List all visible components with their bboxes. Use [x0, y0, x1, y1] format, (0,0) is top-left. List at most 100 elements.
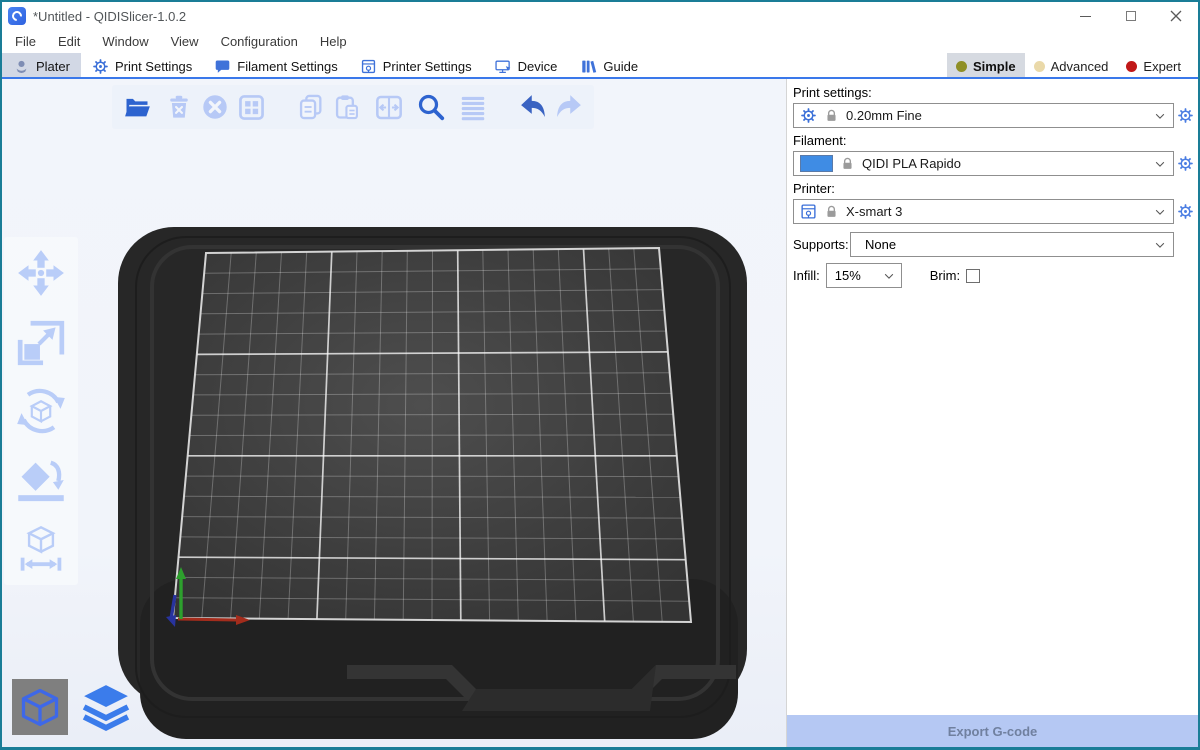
mode-simple[interactable]: Simple	[947, 53, 1025, 79]
close-icon	[1170, 10, 1182, 22]
lock-icon	[824, 108, 839, 123]
settings-sidebar: Print settings: 0.20mm Fine Filament: QI…	[786, 79, 1198, 748]
filament-color-swatch	[800, 155, 833, 172]
infill-dropdown[interactable]: 15%	[826, 263, 902, 288]
open-button[interactable]	[120, 88, 154, 126]
flatten-icon	[15, 454, 67, 506]
gear-icon	[800, 107, 817, 124]
preview-toggle[interactable]	[78, 679, 134, 735]
split-button[interactable]	[372, 88, 406, 126]
menu-window[interactable]: Window	[91, 30, 159, 53]
mode-advanced[interactable]: Advanced	[1025, 53, 1118, 79]
redo-button[interactable]	[552, 88, 586, 126]
menu-help[interactable]: Help	[309, 30, 358, 53]
infill-value: 15%	[835, 268, 882, 283]
top-toolbar	[112, 85, 594, 129]
scale-button[interactable]	[15, 316, 67, 368]
supports-dropdown[interactable]: None	[850, 232, 1174, 257]
layers-lines-icon	[459, 94, 487, 121]
filament-value: QIDI PLA Rapido	[862, 156, 1146, 171]
mode-label: Expert	[1143, 59, 1181, 74]
tab-plater[interactable]: Plater	[2, 53, 81, 79]
left-toolbar	[4, 237, 78, 585]
printer-edit-button[interactable]	[1174, 199, 1196, 224]
supports-label: Supports:	[793, 237, 850, 252]
tab-label: Device	[518, 59, 558, 74]
move-arrows-icon	[16, 248, 66, 298]
tab-label: Guide	[603, 59, 638, 74]
brim-checkbox[interactable]	[966, 269, 980, 283]
menu-configuration[interactable]: Configuration	[210, 30, 309, 53]
arrange-button[interactable]	[234, 88, 268, 126]
lock-icon	[824, 204, 839, 219]
close-button[interactable]	[1153, 2, 1198, 30]
search-button[interactable]	[414, 88, 448, 126]
tab-printer-settings[interactable]: Printer Settings	[349, 53, 483, 79]
tab-bar: Plater Print Settings Filament Settings …	[2, 53, 1198, 79]
menu-edit[interactable]: Edit	[47, 30, 91, 53]
3d-viewport[interactable]	[2, 79, 786, 748]
trash-icon	[166, 94, 192, 120]
menu-file[interactable]: File	[4, 30, 47, 53]
lock-icon	[840, 156, 855, 171]
mode-label: Advanced	[1051, 59, 1109, 74]
app-logo-icon	[8, 7, 26, 25]
search-icon	[416, 92, 446, 122]
rotate-button[interactable]	[15, 385, 67, 437]
split-panel-icon	[375, 94, 403, 121]
tab-filament-settings[interactable]: Filament Settings	[203, 53, 348, 79]
rotate-icon	[15, 385, 67, 437]
view-toggle-group	[12, 679, 134, 735]
printer-combo[interactable]: X-smart 3	[793, 199, 1174, 224]
mode-switcher: Simple Advanced Expert	[947, 53, 1198, 79]
printer-value: X-smart 3	[846, 204, 1146, 219]
tab-label: Plater	[36, 59, 70, 74]
tab-label: Filament Settings	[237, 59, 337, 74]
tab-label: Printer Settings	[383, 59, 472, 74]
app-window: *Untitled - QIDISlicer-1.0.2 File Edit W…	[0, 0, 1200, 750]
print-settings-edit-button[interactable]	[1174, 103, 1196, 128]
scale-icon	[16, 317, 66, 367]
copy-button[interactable]	[294, 88, 328, 126]
circle-x-icon	[201, 93, 229, 121]
chevron-down-icon	[1153, 109, 1167, 123]
print-settings-value: 0.20mm Fine	[846, 108, 1146, 123]
3d-editor-toggle[interactable]	[12, 679, 68, 735]
redo-arrow-icon	[554, 93, 584, 121]
measure-button[interactable]	[15, 523, 67, 575]
tab-guide[interactable]: Guide	[568, 53, 649, 79]
move-button[interactable]	[15, 247, 67, 299]
variable-layer-height-button[interactable]	[456, 88, 490, 126]
simple-dot-icon	[956, 61, 967, 72]
undo-button[interactable]	[516, 88, 550, 126]
delete-all-button[interactable]	[198, 88, 232, 126]
mode-label: Simple	[973, 59, 1016, 74]
title-bar: *Untitled - QIDISlicer-1.0.2	[2, 2, 1198, 30]
menu-view[interactable]: View	[160, 30, 210, 53]
minimize-button[interactable]	[1063, 2, 1108, 30]
chevron-down-icon	[1153, 238, 1167, 252]
measure-icon	[15, 523, 67, 575]
filament-edit-button[interactable]	[1174, 151, 1196, 176]
place-on-face-button[interactable]	[15, 454, 67, 506]
export-gcode-button[interactable]: Export G-code	[787, 715, 1198, 748]
guide-books-icon	[579, 58, 597, 75]
chevron-down-icon	[1153, 205, 1167, 219]
maximize-button[interactable]	[1108, 2, 1153, 30]
device-icon	[494, 58, 512, 75]
filament-combo[interactable]: QIDI PLA Rapido	[793, 151, 1174, 176]
printer-icon	[360, 58, 377, 75]
tab-device[interactable]: Device	[483, 53, 569, 79]
printer-icon	[800, 203, 817, 220]
delete-button[interactable]	[162, 88, 196, 126]
arrange-grid-icon	[238, 94, 265, 121]
print-settings-combo[interactable]: 0.20mm Fine	[793, 103, 1174, 128]
paste-button[interactable]	[330, 88, 364, 126]
gear-icon	[1177, 155, 1194, 172]
mode-expert[interactable]: Expert	[1117, 53, 1190, 79]
plater-icon	[13, 58, 30, 75]
cube-icon	[18, 685, 62, 729]
filament-icon	[214, 58, 231, 75]
window-title: *Untitled - QIDISlicer-1.0.2	[33, 9, 186, 24]
tab-print-settings[interactable]: Print Settings	[81, 53, 203, 79]
